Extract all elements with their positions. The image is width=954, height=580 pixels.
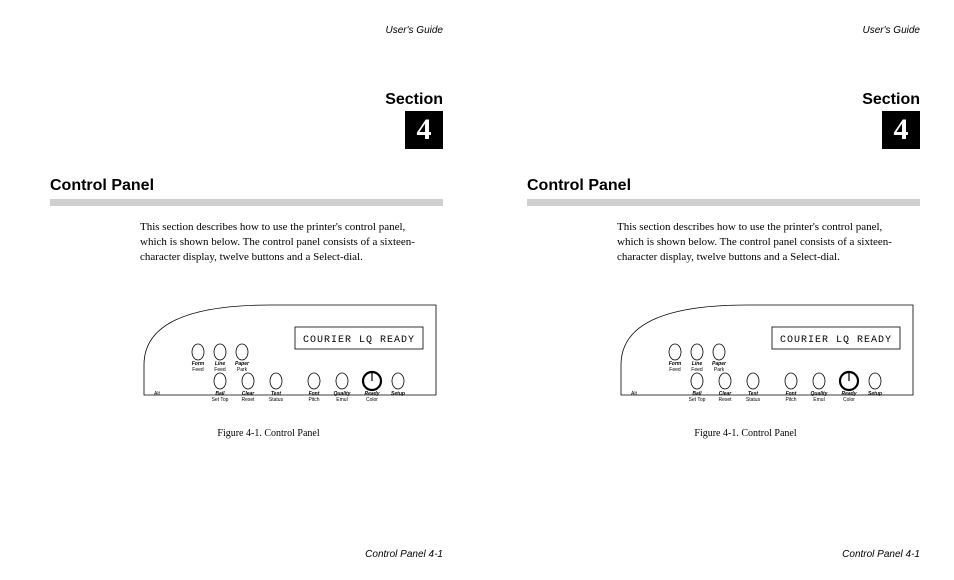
figure-wrap: COURIER LQ READY Form Feed Line Feed Pap… <box>617 295 934 439</box>
top-button-row: Form Feed Line Feed Paper Park <box>192 344 250 373</box>
select-dial: Ready Color <box>363 372 381 403</box>
title-rule <box>50 199 443 206</box>
svg-text:Setup: Setup <box>391 391 405 397</box>
select-dial: Ready Color <box>840 372 858 403</box>
svg-text:Pitch: Pitch <box>308 397 319 403</box>
svg-text:Setup: Setup <box>868 391 882 397</box>
svg-text:Emul: Emul <box>336 397 347 403</box>
control-panel-figure: COURIER LQ READY Form Feed Line Feed Pap… <box>617 295 917 410</box>
title-rule <box>527 199 920 206</box>
page-left: User's Guide Section 4 Control Panel Thi… <box>0 0 477 580</box>
lcd-display: COURIER LQ READY <box>780 335 892 346</box>
svg-text:Park: Park <box>237 367 248 373</box>
section-heading: Section 4 <box>497 91 920 149</box>
figure-caption: Figure 4-1. Control Panel <box>80 428 457 439</box>
section-number-box: 4 <box>882 111 920 149</box>
footer-label: Control Panel 4-1 <box>365 549 443 560</box>
figure-caption: Figure 4-1. Control Panel <box>557 428 934 439</box>
svg-text:Color: Color <box>843 397 855 403</box>
svg-text:Set Top: Set Top <box>689 397 706 403</box>
svg-text:Color: Color <box>366 397 378 403</box>
footer-label: Control Panel 4-1 <box>842 549 920 560</box>
header-label: User's Guide <box>20 25 443 36</box>
svg-text:Feed: Feed <box>214 367 226 373</box>
svg-text:Feed: Feed <box>192 367 204 373</box>
section-heading: Section 4 <box>20 91 443 149</box>
control-panel-figure: COURIER LQ READY Form Feed Line Feed Pap… <box>140 295 440 410</box>
section-word: Section <box>497 91 920 109</box>
section-word: Section <box>20 91 443 109</box>
svg-text:Pitch: Pitch <box>785 397 796 403</box>
intro-paragraph: This section describes how to use the pr… <box>140 220 429 265</box>
svg-text:Emul: Emul <box>813 397 824 403</box>
svg-text:Reset: Reset <box>241 397 255 403</box>
svg-text:Status: Status <box>746 397 761 403</box>
svg-text:Feed: Feed <box>691 367 703 373</box>
intro-paragraph: This section describes how to use the pr… <box>617 220 906 265</box>
figure-wrap: COURIER LQ READY Form Feed Line Feed Pap… <box>140 295 457 439</box>
alt-label: Alt <box>154 391 160 397</box>
page-title: Control Panel <box>50 177 457 195</box>
lcd-display: COURIER LQ READY <box>303 335 415 346</box>
alt-label: Alt <box>631 391 637 397</box>
svg-text:Reset: Reset <box>718 397 732 403</box>
section-number-box: 4 <box>405 111 443 149</box>
svg-text:Status: Status <box>269 397 284 403</box>
svg-text:Set Top: Set Top <box>212 397 229 403</box>
svg-text:Feed: Feed <box>669 367 681 373</box>
header-label: User's Guide <box>497 25 920 36</box>
page-title: Control Panel <box>527 177 934 195</box>
page-right: User's Guide Section 4 Control Panel Thi… <box>477 0 954 580</box>
top-button-row: Form Feed Line Feed Paper Park <box>669 344 727 373</box>
svg-text:Park: Park <box>714 367 725 373</box>
